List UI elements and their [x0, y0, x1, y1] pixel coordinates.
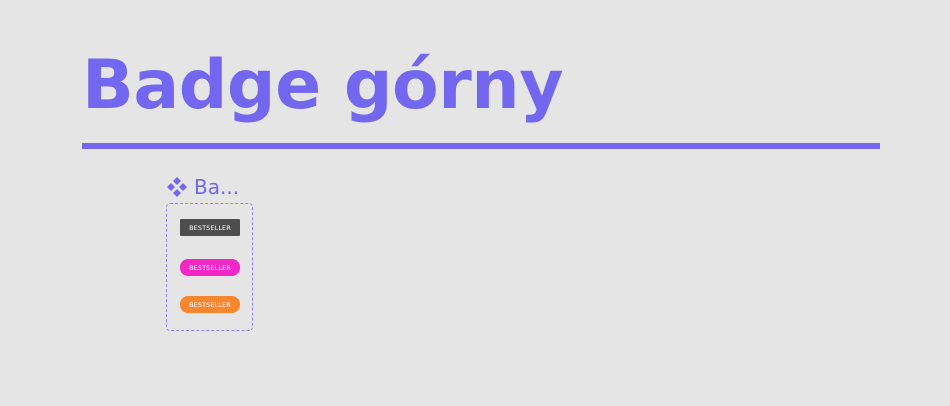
component-label[interactable]: Ba...: [166, 176, 239, 198]
badge-bestseller-dark[interactable]: BESTSELLER: [180, 219, 240, 236]
canvas: Badge górny Ba... BESTSELLER BESTSELLER …: [0, 0, 950, 406]
component-icon: [167, 177, 187, 197]
title-underline: [82, 143, 880, 149]
section-title: Badge górny: [82, 46, 564, 125]
badge-bestseller-orange[interactable]: BESTSELLER: [180, 296, 240, 313]
component-name: Ba...: [194, 175, 240, 199]
badge-bestseller-pink[interactable]: BESTSELLER: [180, 259, 240, 276]
